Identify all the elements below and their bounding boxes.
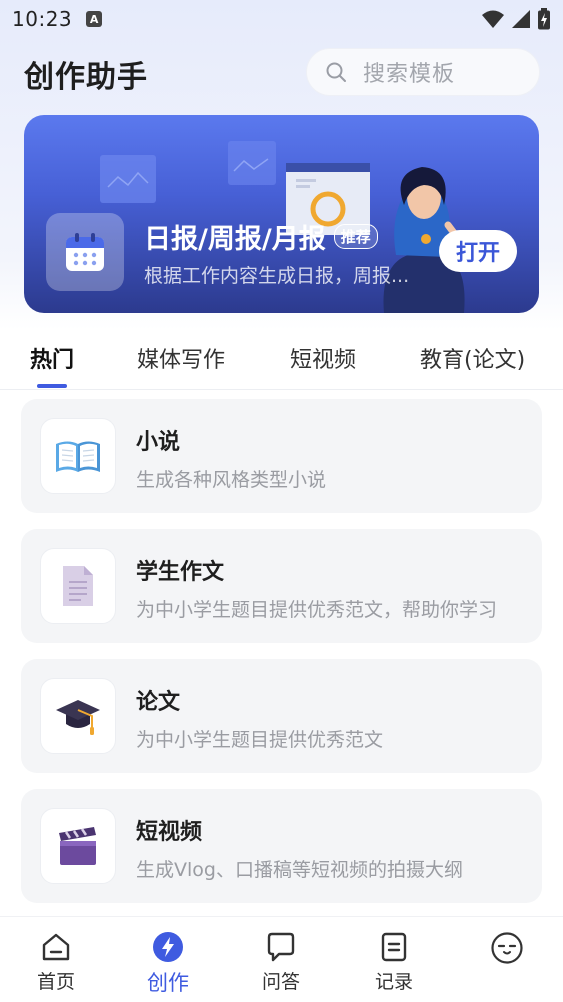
search-input[interactable]: 搜索模板 <box>306 48 540 96</box>
header: 创作助手 搜索模板 <box>0 44 563 100</box>
card-description: 为中小学生题目提供优秀范文，帮助你学习 <box>136 599 498 621</box>
recommend-badge: 推荐 <box>333 224 378 249</box>
card-description: 生成各种风格类型小说 <box>136 469 327 491</box>
tab-education[interactable]: 教育(论文) <box>420 342 525 374</box>
nav-create[interactable]: 创作 <box>128 931 208 997</box>
card-icon-frame <box>40 418 116 494</box>
template-card-paper[interactable]: 论文 为中小学生题目提供优秀范文 <box>21 659 542 773</box>
battery-icon <box>538 8 550 30</box>
banner-title-text: 日报/周报/月报 <box>144 224 326 255</box>
banner-app-icon <box>46 213 124 291</box>
graduation-cap-icon <box>56 700 100 735</box>
nav-home[interactable]: 首页 <box>16 931 96 994</box>
book-icon <box>56 441 100 472</box>
status-bar: 10:23 A <box>0 0 563 38</box>
search-icon <box>326 62 346 82</box>
card-title: 小说 <box>136 430 181 455</box>
chat-bubble-icon <box>267 932 295 962</box>
card-description: 为中小学生题目提供优秀范文 <box>136 729 384 751</box>
card-icon-frame <box>40 678 116 754</box>
card-icon-frame <box>40 808 116 884</box>
featured-banner[interactable]: 日报/周报/月报 推荐 根据工作内容生成日报，周报... 打开 <box>24 115 539 313</box>
template-card-short-video[interactable]: 短视频 生成Vlog、口播稿等短视频的拍摄大纲 <box>21 789 542 903</box>
tabs-divider <box>0 389 563 390</box>
notification-icon: A <box>86 11 103 27</box>
document-icon <box>63 566 93 606</box>
home-icon <box>42 933 70 961</box>
bottom-nav: 首页 创作 问答 记录 <box>0 916 563 1002</box>
category-tabs: 热门 媒体写作 短视频 教育(论文) <box>0 330 563 390</box>
nav-label: 首页 <box>36 971 75 993</box>
page-title: 创作助手 <box>24 60 148 95</box>
nav-records[interactable]: 记录 <box>354 931 434 994</box>
card-icon-frame <box>40 548 116 624</box>
template-card-novel[interactable]: 小说 生成各种风格类型小说 <box>21 399 542 513</box>
nav-qa[interactable]: 问答 <box>241 931 321 994</box>
tab-short-video[interactable]: 短视频 <box>290 342 356 374</box>
wifi-icon <box>482 10 504 28</box>
nav-label: 问答 <box>261 971 300 993</box>
card-title: 学生作文 <box>136 560 225 585</box>
nav-label: 记录 <box>374 971 413 993</box>
card-description: 生成Vlog、口播稿等短视频的拍摄大纲 <box>136 859 463 881</box>
banner-title: 日报/周报/月报 推荐 <box>144 217 378 256</box>
card-title: 短视频 <box>136 820 203 845</box>
signal-icon <box>512 10 530 28</box>
nav-profile[interactable] <box>467 931 547 969</box>
tab-hot[interactable]: 热门 <box>30 342 74 374</box>
template-card-essay[interactable]: 学生作文 为中小学生题目提供优秀范文，帮助你学习 <box>21 529 542 643</box>
card-title: 论文 <box>136 690 181 715</box>
tab-media-writing[interactable]: 媒体写作 <box>137 342 225 374</box>
banner-subtitle: 根据工作内容生成日报，周报... <box>144 265 410 287</box>
status-indicators <box>481 8 551 30</box>
clapperboard-icon <box>59 827 96 865</box>
lightning-icon <box>153 932 183 962</box>
calendar-icon <box>66 233 104 271</box>
status-time: 10:23 <box>12 7 73 31</box>
open-button[interactable]: 打开 <box>439 230 517 272</box>
tab-indicator <box>37 384 67 388</box>
profile-face-icon <box>491 932 523 964</box>
search-placeholder: 搜索模板 <box>363 62 456 87</box>
record-icon <box>381 932 407 962</box>
nav-label: 创作 <box>147 971 189 995</box>
